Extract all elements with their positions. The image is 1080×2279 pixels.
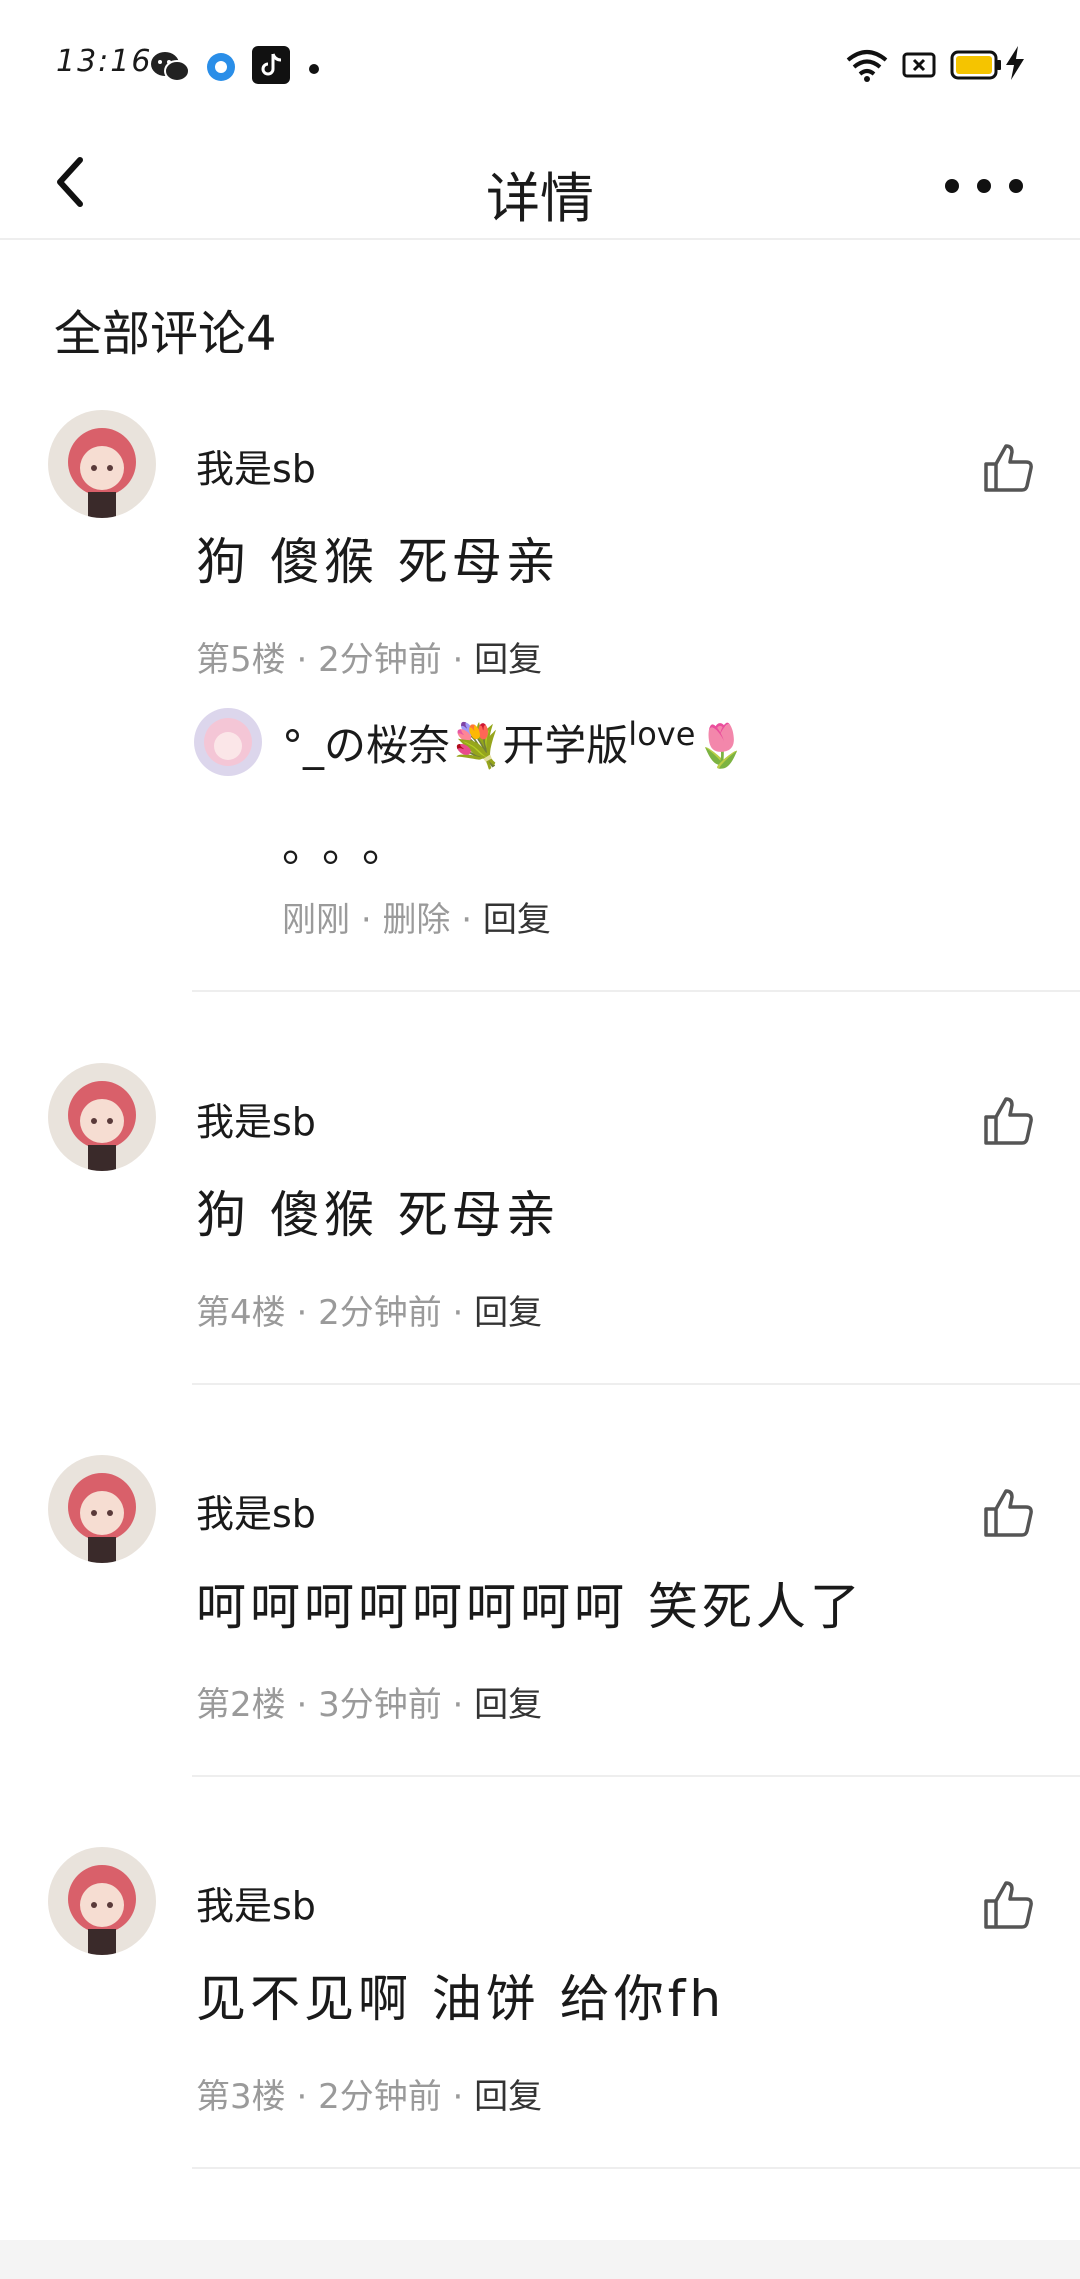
tiktok-icon bbox=[252, 46, 290, 88]
meta-separator: · bbox=[360, 900, 372, 940]
comment-time: 3分钟前 bbox=[318, 1685, 442, 1725]
comment-floor: 第2楼 bbox=[196, 1685, 286, 1725]
sub-reply-reply-button[interactable]: 回复 bbox=[483, 900, 551, 940]
comment-item: 我是sb 狗 傻猴 死母亲 第4楼 · 2分钟前 · 回复 bbox=[0, 1063, 1080, 1388]
tulip-emoji-icon: 🌷 bbox=[695, 721, 748, 770]
delete-button[interactable]: 删除 bbox=[382, 900, 450, 940]
reply-button[interactable]: 回复 bbox=[474, 2077, 542, 2117]
sub-reply-username-suffix: love bbox=[628, 715, 696, 753]
page-title: 详情 bbox=[486, 167, 594, 230]
comment-item: 我是sb 呵呵呵呵呵呵呵呵 笑死人了 第2楼 · 3分钟前 · 回复 bbox=[0, 1455, 1080, 1780]
wifi-icon bbox=[846, 48, 888, 86]
avatar[interactable] bbox=[48, 1455, 156, 1563]
comment-username[interactable]: 我是sb bbox=[196, 1091, 316, 1146]
reply-button[interactable]: 回复 bbox=[474, 1685, 542, 1725]
comment-username[interactable]: 我是sb bbox=[196, 438, 316, 493]
like-icon[interactable] bbox=[980, 440, 1036, 496]
sub-reply-meta: 刚刚 · 删除 · 回复 bbox=[282, 892, 551, 941]
meta-separator: · bbox=[452, 640, 464, 680]
comment-username[interactable]: 我是sb bbox=[196, 1483, 316, 1538]
divider bbox=[192, 2167, 1080, 2169]
comment-item: 我是sb 见不见啊 油饼 给你fh 第3楼 · 2分钟前 · 回复 bbox=[0, 1847, 1080, 2172]
sub-reply-username-main: °_の桜奈💐开学版 bbox=[282, 721, 629, 770]
qq-browser-icon bbox=[206, 52, 236, 86]
wechat-icon bbox=[150, 50, 190, 88]
comment-time: 2分钟前 bbox=[318, 640, 442, 680]
divider bbox=[192, 990, 1080, 992]
comment-text: 狗 傻猴 死母亲 bbox=[196, 1186, 560, 1244]
meta-separator: · bbox=[452, 1293, 464, 1333]
sub-reply-avatar[interactable] bbox=[194, 708, 262, 776]
comments-count-title: 全部评论4 bbox=[54, 306, 277, 362]
like-icon[interactable] bbox=[980, 1877, 1036, 1933]
avatar[interactable] bbox=[48, 410, 156, 518]
comment-time: 2分钟前 bbox=[318, 2077, 442, 2117]
comment-floor: 第5楼 bbox=[196, 640, 286, 680]
comment-meta: 第3楼 · 2分钟前 · 回复 bbox=[196, 2069, 542, 2118]
reply-button[interactable]: 回复 bbox=[474, 1293, 542, 1333]
sub-reply-text: 。。。 bbox=[282, 821, 424, 872]
meta-separator: · bbox=[296, 1293, 308, 1333]
meta-separator: · bbox=[296, 2077, 308, 2117]
divider bbox=[192, 1775, 1080, 1777]
battery-icon bbox=[950, 50, 1002, 84]
avatar[interactable] bbox=[48, 1063, 156, 1171]
meta-separator: · bbox=[452, 2077, 464, 2117]
reply-button[interactable]: 回复 bbox=[474, 640, 542, 680]
meta-separator: · bbox=[461, 900, 473, 940]
comment-floor: 第3楼 bbox=[196, 2077, 286, 2117]
divider bbox=[192, 1383, 1080, 1385]
meta-separator: · bbox=[296, 640, 308, 680]
comment-meta: 第2楼 · 3分钟前 · 回复 bbox=[196, 1677, 542, 1726]
comment-meta: 第4楼 · 2分钟前 · 回复 bbox=[196, 1285, 542, 1334]
charging-icon bbox=[1004, 46, 1026, 84]
comment-item: 我是sb 狗 傻猴 死母亲 第5楼 · 2分钟前 · 回复 °_の桜奈💐开学版l… bbox=[0, 410, 1080, 995]
meta-separator: · bbox=[452, 1685, 464, 1725]
sub-reply-time: 刚刚 bbox=[282, 900, 350, 940]
status-time: 13:16 bbox=[56, 44, 153, 79]
like-icon[interactable] bbox=[980, 1093, 1036, 1149]
comment-floor: 第4楼 bbox=[196, 1293, 286, 1333]
sub-reply-username[interactable]: °_の桜奈💐开学版love🌷 bbox=[282, 712, 748, 773]
notification-dot-icon bbox=[308, 60, 320, 79]
comment-username[interactable]: 我是sb bbox=[196, 1875, 316, 1930]
comment-text: 狗 傻猴 死母亲 bbox=[196, 533, 560, 591]
meta-separator: · bbox=[296, 1685, 308, 1725]
sim-icon bbox=[902, 52, 936, 82]
comment-time: 2分钟前 bbox=[318, 1293, 442, 1333]
status-bar: 13:16 bbox=[0, 0, 1080, 130]
like-icon[interactable] bbox=[980, 1485, 1036, 1541]
more-icon[interactable] bbox=[924, 158, 1044, 214]
bottom-bar bbox=[0, 2240, 1080, 2279]
comment-meta: 第5楼 · 2分钟前 · 回复 bbox=[196, 632, 542, 681]
avatar[interactable] bbox=[48, 1847, 156, 1955]
comment-text: 呵呵呵呵呵呵呵呵 笑死人了 bbox=[196, 1578, 864, 1636]
comment-text: 见不见啊 油饼 给你fh bbox=[196, 1970, 726, 2028]
nav-bar: 详情 bbox=[0, 130, 1080, 240]
